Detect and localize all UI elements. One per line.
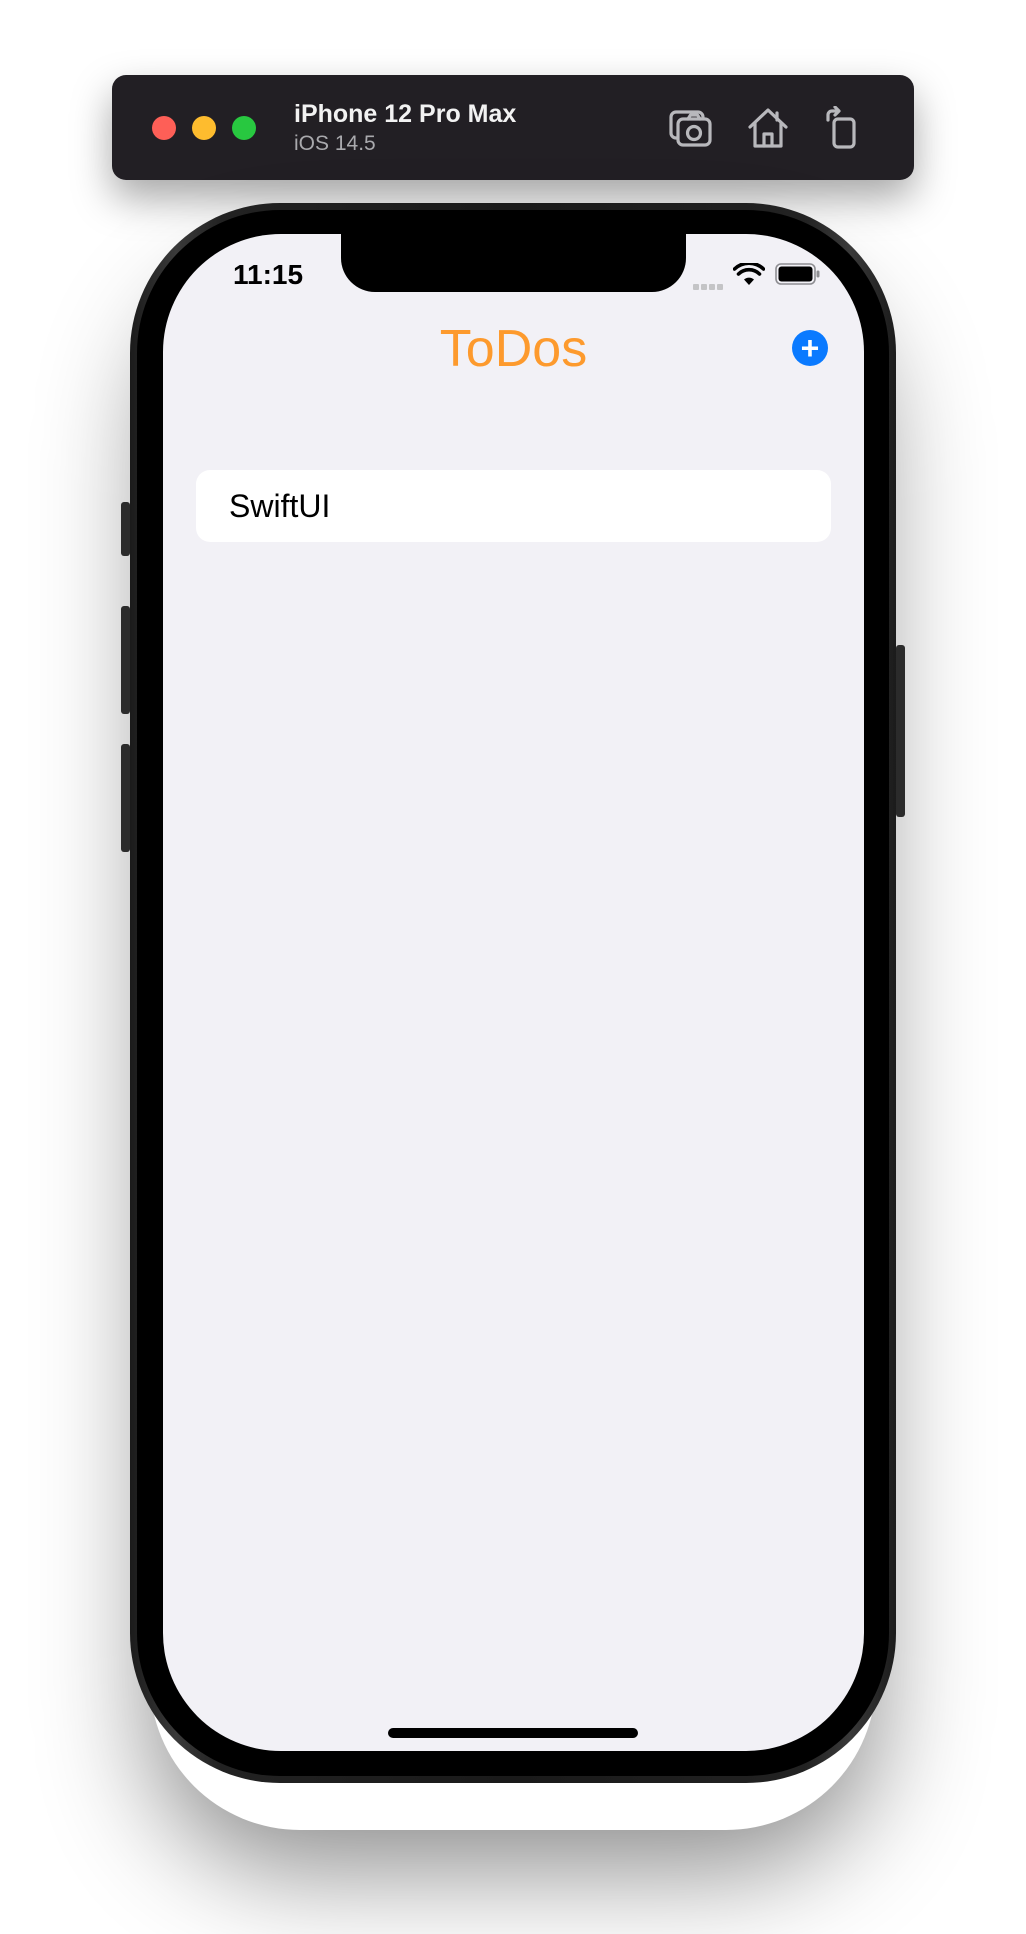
minimize-button[interactable] [192,116,216,140]
volume-down-button [121,744,130,852]
home-indicator[interactable] [388,1728,638,1738]
cellular-signal-icon [693,277,727,290]
silent-switch [121,502,130,556]
volume-up-button [121,606,130,714]
rotate-icon[interactable] [820,105,866,150]
power-button [896,645,905,817]
todo-list: SwiftUI [196,470,831,542]
wifi-icon [732,261,766,287]
os-version: iOS 14.5 [294,132,376,155]
close-button[interactable] [152,116,176,140]
zoom-button[interactable] [232,116,256,140]
screenshot-icon[interactable] [668,106,714,150]
home-icon[interactable] [745,106,791,150]
battery-icon [775,263,821,285]
todo-list-item[interactable]: SwiftUI [196,470,831,542]
notch [341,234,686,292]
navigation-title: ToDos [439,320,588,378]
device-name: iPhone 12 Pro Max [294,100,517,128]
device-screen: 11:15 ToDos + SwiftUI [163,234,864,1751]
add-todo-button[interactable]: + [792,330,828,366]
status-bar-time: 11:15 [233,259,304,290]
simulator-stage: iPhone 12 Pro Max iOS 14.5 11:15 ToDos +… [0,0,1026,1934]
